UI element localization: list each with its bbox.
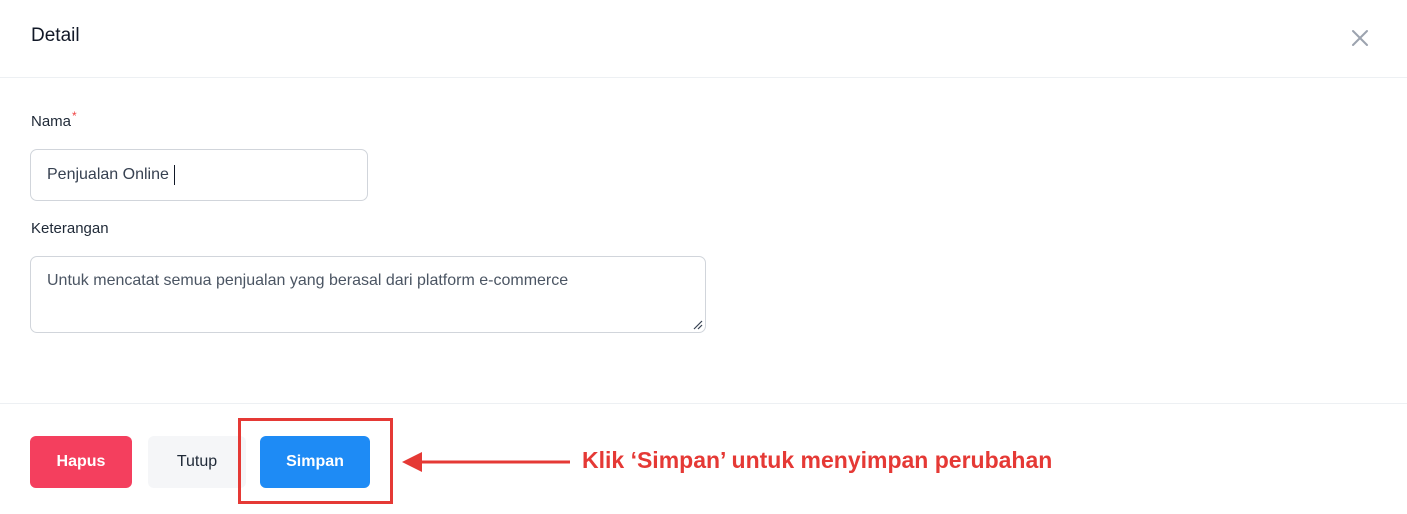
detail-dialog: Detail Nama* Penjualan Online Keterangan…	[0, 0, 1407, 514]
dialog-header: Detail	[0, 0, 1407, 78]
nama-label-text: Nama	[31, 113, 72, 130]
simpan-button[interactable]: Simpan	[260, 436, 370, 488]
resize-grip-icon[interactable]	[693, 320, 703, 330]
annotation-text: Klik ‘Simpan’ untuk menyimpan perubahan	[582, 447, 1053, 473]
nama-label: Nama*	[31, 109, 77, 130]
tutup-button[interactable]: Tutup	[148, 436, 246, 488]
nama-input-value: Penjualan Online	[47, 166, 169, 183]
close-icon	[1352, 30, 1368, 46]
arrow-left-icon	[402, 452, 570, 472]
nama-input[interactable]: Penjualan Online	[30, 149, 368, 201]
footer-divider	[0, 403, 1407, 404]
hapus-button[interactable]: Hapus	[30, 436, 132, 488]
required-mark: *	[72, 109, 77, 123]
keterangan-label: Keterangan	[31, 220, 109, 237]
keterangan-textarea-value: Untuk mencatat semua penjualan yang bera…	[47, 272, 569, 289]
text-caret	[173, 165, 175, 185]
dialog-title: Detail	[31, 25, 80, 46]
close-button[interactable]	[1348, 26, 1372, 50]
keterangan-textarea[interactable]: Untuk mencatat semua penjualan yang bera…	[30, 256, 706, 333]
